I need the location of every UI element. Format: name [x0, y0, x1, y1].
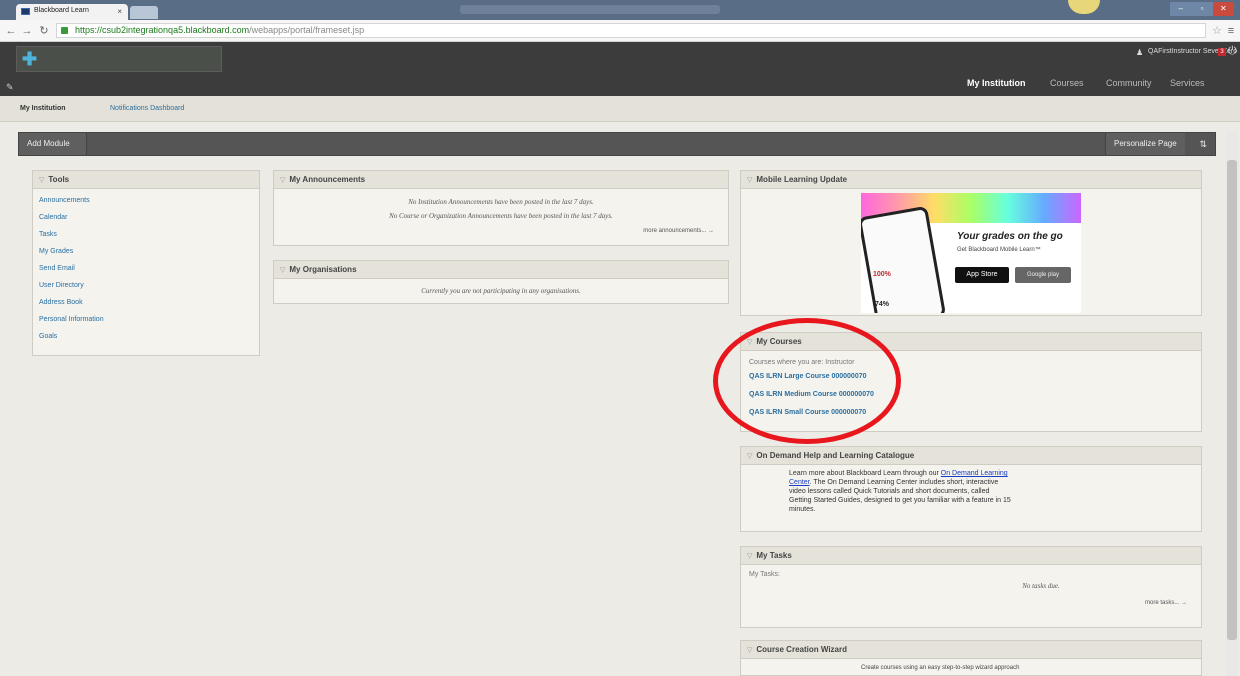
- app-store-badge[interactable]: App Store: [955, 267, 1009, 283]
- personalize-page-button[interactable]: Personalize Page: [1105, 133, 1185, 155]
- url-scheme: https://: [75, 25, 103, 35]
- logout-power-icon[interactable]: ⏻: [1228, 45, 1237, 58]
- tool-link-announcements[interactable]: Announcements: [33, 192, 259, 209]
- announcement-message: No Institution Announcements have been p…: [408, 198, 594, 206]
- module-header[interactable]: ▽ Tools: [33, 171, 259, 189]
- module-title: On Demand Help and Learning Catalogue: [756, 451, 915, 460]
- tool-link-tasks[interactable]: Tasks: [33, 226, 259, 243]
- google-play-badge[interactable]: Google play: [1015, 267, 1071, 283]
- module-header[interactable]: ▽ My Announcements: [274, 171, 728, 189]
- on-demand-text-before: Learn more about Blackboard Learn throug…: [789, 470, 941, 477]
- subtab-my-institution[interactable]: My Institution: [20, 105, 66, 112]
- collapse-icon[interactable]: ▽: [280, 177, 285, 184]
- tools-module: ▽ Tools Announcements Calendar Tasks My G…: [32, 170, 260, 356]
- more-announcements-link[interactable]: more announcements... →: [274, 228, 714, 234]
- collapse-icon[interactable]: ▽: [747, 553, 752, 560]
- tool-link-goals[interactable]: Goals: [33, 328, 259, 345]
- announcements-module: ▽ My Announcements No Institution Announc…: [273, 170, 729, 246]
- page-toolbar: Add Module Personalize Page ⇅: [18, 132, 1216, 156]
- module-header[interactable]: ▽ My Organisations: [274, 261, 728, 279]
- collapse-icon[interactable]: ▽: [747, 453, 752, 460]
- module-title: My Announcements: [289, 175, 366, 184]
- menu-icon[interactable]: ≡: [1224, 24, 1238, 38]
- new-tab-button[interactable]: [130, 6, 158, 19]
- module-title: Course Creation Wizard: [756, 645, 847, 654]
- course-creation-wizard-module: ▽ Course Creation Wizard Create courses u…: [740, 640, 1202, 676]
- tool-link-my-grades[interactable]: My Grades: [33, 243, 259, 260]
- tool-link-user-directory[interactable]: User Directory: [33, 277, 259, 294]
- my-tasks-module: ▽ My Tasks My Tasks: No tasks due. more t…: [740, 546, 1202, 628]
- collapse-icon[interactable]: ▽: [280, 267, 285, 274]
- module-header[interactable]: ▽ Mobile Learning Update: [741, 171, 1201, 189]
- tasks-label: My Tasks:: [749, 571, 780, 578]
- wizard-text: Create courses using an easy step-to-ste…: [861, 665, 1020, 671]
- browser-tab[interactable]: Blackboard Learn ×: [16, 4, 128, 20]
- collapse-icon[interactable]: ▽: [747, 177, 752, 184]
- announcement-message: No Course or Organization Announcements …: [389, 212, 613, 220]
- tasks-empty-message: No tasks due.: [1022, 582, 1060, 590]
- tab-community[interactable]: Community: [1106, 78, 1152, 88]
- mobile-learning-module: ▽ Mobile Learning Update 100% 74% Your gr…: [740, 170, 1202, 316]
- more-tasks-link[interactable]: more tasks... →: [741, 600, 1187, 606]
- collapse-icon[interactable]: ▽: [747, 647, 752, 654]
- edit-pencil-icon[interactable]: ✎: [6, 82, 14, 93]
- notification-badge[interactable]: 3: [1218, 48, 1226, 56]
- url-host: csub2integrationqa5.blackboard.com: [102, 25, 250, 35]
- institution-logo[interactable]: ✚: [16, 46, 222, 72]
- on-demand-text: Learn more about Blackboard Learn throug…: [741, 465, 1011, 514]
- tool-link-send-email[interactable]: Send Email: [33, 260, 259, 277]
- lock-icon: [61, 27, 68, 34]
- ad-stat-100: 100%: [873, 271, 891, 278]
- module-title: Mobile Learning Update: [756, 175, 848, 184]
- tool-link-calendar[interactable]: Calendar: [33, 209, 259, 226]
- on-demand-text-after: . The On Demand Learning Center includes…: [789, 479, 1011, 513]
- tab-services[interactable]: Services: [1170, 78, 1205, 88]
- module-title: My Tasks: [756, 551, 792, 560]
- site-header: ✚ ♟ QAFirstInstructor SevenZero 3 ⏻ ✎ My…: [0, 42, 1240, 96]
- add-module-button[interactable]: Add Module: [19, 133, 87, 155]
- scrollbar-thumb[interactable]: [1227, 160, 1237, 640]
- collapse-icon[interactable]: ▽: [39, 177, 44, 184]
- forward-icon[interactable]: →: [20, 24, 34, 38]
- module-header[interactable]: ▽ Course Creation Wizard: [741, 641, 1201, 659]
- address-bar: ← → ↻ https://csub2integrationqa5.blackb…: [0, 20, 1240, 42]
- organisations-module: ▽ My Organisations Currently you are not …: [273, 260, 729, 304]
- ad-headline: Your grades on the go: [957, 231, 1063, 242]
- red-annotation-circle: [713, 318, 901, 444]
- module-header[interactable]: ▽ My Tasks: [741, 547, 1201, 565]
- back-icon[interactable]: ←: [4, 24, 18, 38]
- sub-navigation: My Institution Notifications Dashboard: [0, 96, 1240, 122]
- module-title: Tools: [48, 175, 70, 184]
- browser-tab-title: Blackboard Learn: [34, 7, 89, 14]
- window-title-blur: [460, 5, 720, 14]
- ad-stat-74: 74%: [875, 301, 890, 308]
- module-title: My Organisations: [289, 265, 357, 274]
- subtab-notifications-dashboard[interactable]: Notifications Dashboard: [110, 105, 184, 112]
- ad-subtitle: Get Blackboard Mobile Learn™: [957, 247, 1041, 253]
- organisations-message: Currently you are not participating in a…: [421, 287, 581, 295]
- logo-plus-icon: ✚: [22, 49, 38, 69]
- on-demand-help-module: ▽ On Demand Help and Learning Catalogue L…: [740, 446, 1202, 532]
- url-input[interactable]: https://csub2integrationqa5.blackboard.c…: [56, 23, 1206, 38]
- minimize-icon[interactable]: –: [1170, 2, 1192, 16]
- mobile-learn-ad-banner[interactable]: 100% 74% Your grades on the go Get Black…: [861, 193, 1081, 313]
- close-window-icon[interactable]: ✕: [1212, 2, 1234, 16]
- tab-courses[interactable]: Courses: [1050, 78, 1084, 88]
- reorder-icon[interactable]: ⇅: [1199, 133, 1207, 155]
- close-tab-icon[interactable]: ×: [117, 7, 122, 16]
- reload-icon[interactable]: ↻: [37, 24, 51, 38]
- user-icon: ♟: [1136, 48, 1144, 57]
- url-path: /webapps/portal/frameset.jsp: [249, 25, 365, 35]
- window-controls: – ▫ ✕: [1170, 2, 1234, 16]
- maximize-icon[interactable]: ▫: [1191, 2, 1213, 16]
- tool-link-address-book[interactable]: Address Book: [33, 294, 259, 311]
- bookmark-star-icon[interactable]: ☆: [1210, 24, 1224, 38]
- module-header[interactable]: ▽ On Demand Help and Learning Catalogue: [741, 447, 1201, 465]
- blackboard-favicon-icon: [21, 8, 30, 15]
- tab-my-institution[interactable]: My Institution: [967, 78, 1026, 88]
- tool-link-personal-information[interactable]: Personal Information: [33, 311, 259, 328]
